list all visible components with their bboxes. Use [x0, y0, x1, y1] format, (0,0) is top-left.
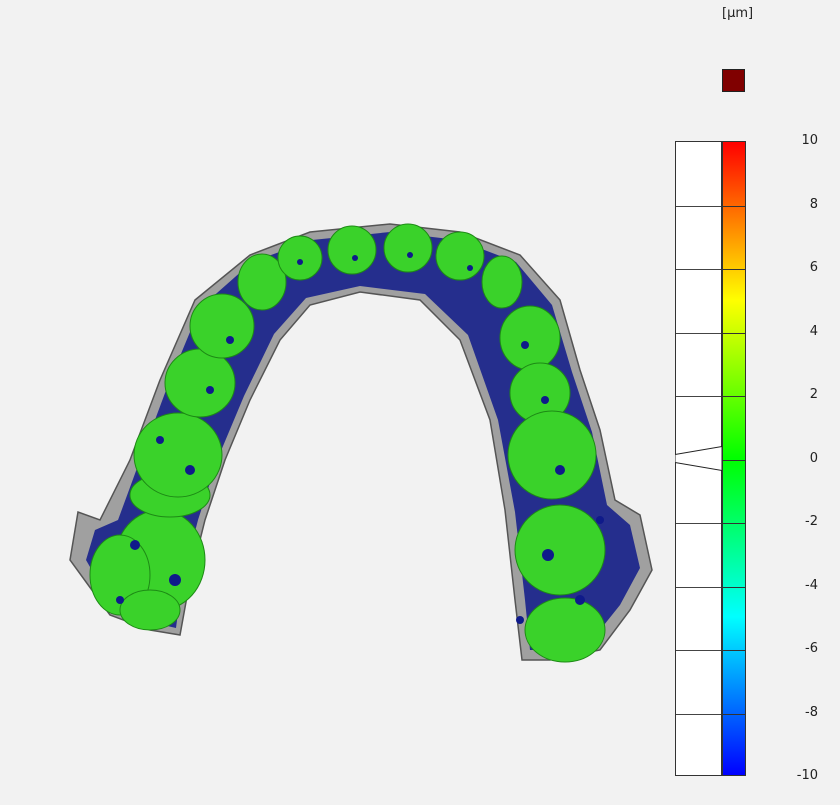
color-scale-tick — [723, 523, 745, 524]
color-scale-tick — [723, 586, 745, 588]
color-scale-label: -6 — [805, 641, 818, 656]
color-scale-label: 4 — [809, 323, 818, 339]
color-scale-tick — [723, 269, 745, 270]
color-scale-label: -10 — [796, 768, 818, 783]
color-scale-tick — [723, 205, 745, 207]
color-scale-label: -2 — [805, 514, 818, 529]
deviation-histogram — [675, 445, 722, 472]
color-scale-label: 10 — [801, 133, 818, 148]
color-scale-label: -4 — [805, 577, 818, 593]
color-scale-label: 6 — [809, 260, 818, 275]
histogram-peak — [675, 445, 722, 472]
color-scale-label: 0 — [809, 450, 818, 466]
color-scale-tick — [723, 713, 745, 715]
out-of-range-swatch — [722, 69, 745, 92]
color-scale-tick — [723, 396, 745, 397]
color-scale-label: 2 — [809, 387, 818, 402]
color-scale-label: 8 — [809, 196, 818, 212]
color-scale-tick — [723, 459, 745, 461]
color-scale-tick — [723, 332, 745, 334]
color-scale-bar — [722, 141, 746, 776]
unit-label: [µm] — [722, 6, 754, 21]
color-scale-label: -8 — [805, 704, 818, 720]
color-scale-tick — [723, 650, 745, 651]
